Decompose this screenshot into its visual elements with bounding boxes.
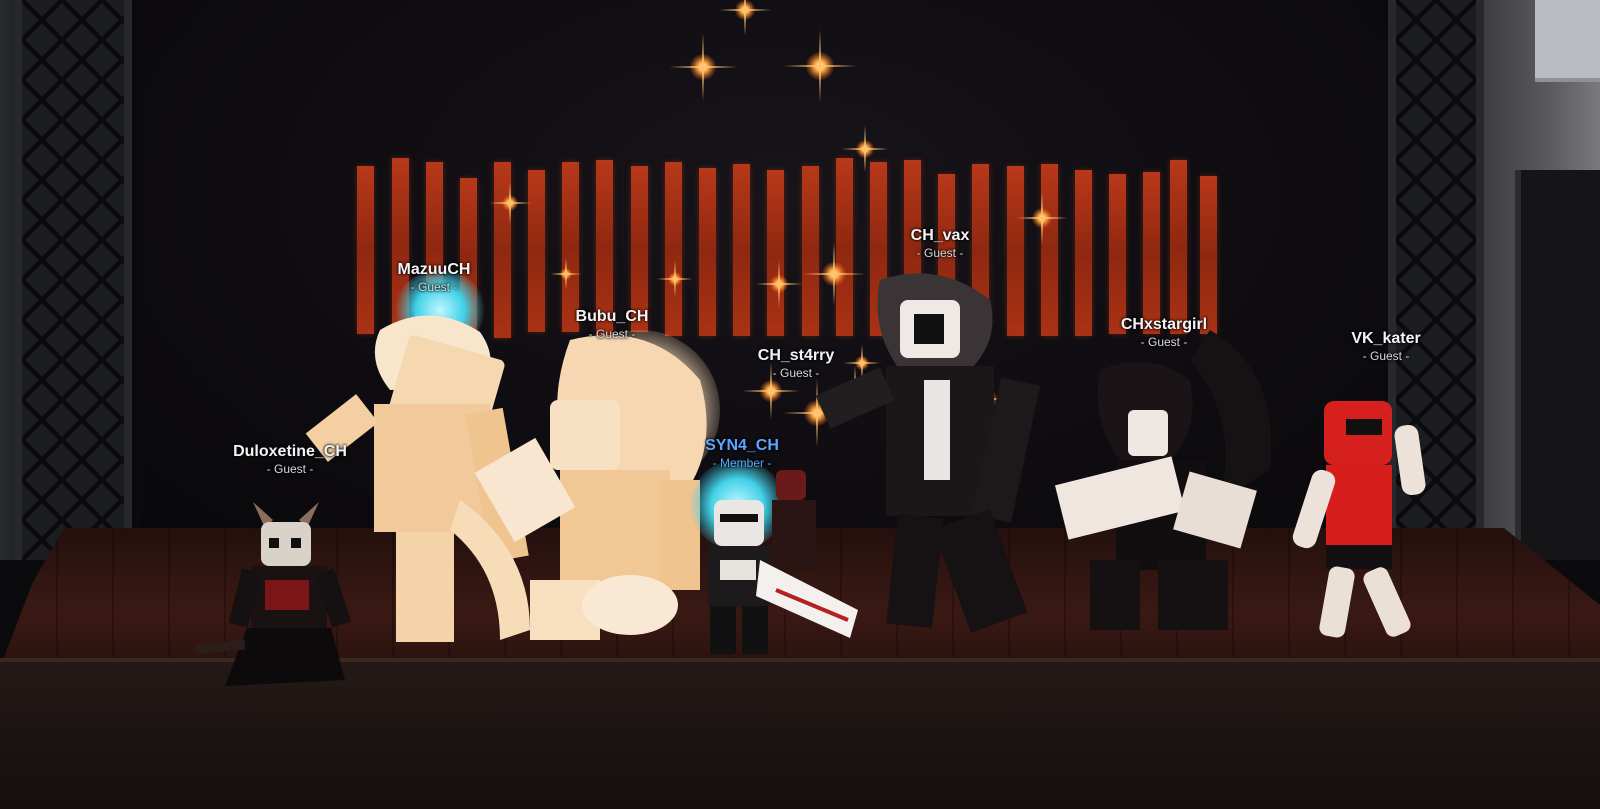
player-role: - Guest - xyxy=(916,246,964,260)
player-role: - Guest - xyxy=(410,280,458,294)
spark-effect xyxy=(735,0,755,20)
spark-effect xyxy=(770,275,788,293)
spark-effect xyxy=(760,380,782,402)
spark-effect xyxy=(1032,208,1052,228)
light-bar xyxy=(767,170,784,336)
light-bar xyxy=(528,170,545,332)
spark-effect xyxy=(690,54,716,80)
spark-effect xyxy=(502,195,518,211)
avatar-vax[interactable] xyxy=(800,270,1080,650)
player-name: Bubu_CH xyxy=(575,308,649,325)
light-bar xyxy=(733,164,750,336)
player-name: CH_vax xyxy=(910,227,970,244)
light-bar xyxy=(357,166,374,334)
player-name: CH_st4rry xyxy=(757,347,835,364)
right-wall-window xyxy=(1535,0,1600,82)
player-tag-duloxetine[interactable]: Duloxetine_CH - Guest - xyxy=(233,443,347,476)
player-role: - Guest - xyxy=(772,366,820,380)
player-name: Duloxetine_CH xyxy=(233,443,347,460)
avatar-kater[interactable] xyxy=(1290,395,1450,645)
avatar-stargirl[interactable] xyxy=(1040,310,1280,640)
spark-effect xyxy=(668,272,682,286)
spark-effect xyxy=(560,268,572,280)
player-name: VK_kater xyxy=(1351,330,1421,347)
player-name: MazuuCH xyxy=(397,261,471,278)
player-role: - Guest - xyxy=(588,327,636,341)
left-lighting-truss xyxy=(14,0,132,560)
player-name: SYN4_CH xyxy=(705,437,779,454)
player-name: CHxstargirl xyxy=(1120,316,1208,333)
player-tag-mazuu[interactable]: MazuuCH - Guest - xyxy=(397,261,471,294)
right-wall-doorway xyxy=(1515,170,1600,560)
light-bar xyxy=(562,162,579,332)
light-bar xyxy=(699,168,716,336)
player-role: - Guest - xyxy=(1140,335,1188,349)
player-role: - Guest - xyxy=(266,462,314,476)
player-tag-stargirl[interactable]: CHxstargirl - Guest - xyxy=(1120,316,1208,349)
player-tag-st4rry[interactable]: CH_st4rry - Guest - xyxy=(757,347,835,380)
spark-effect xyxy=(806,52,834,80)
player-tag-kater[interactable]: VK_kater - Guest - xyxy=(1351,330,1421,363)
light-bar xyxy=(665,162,682,336)
player-tag-vax[interactable]: CH_vax - Guest - xyxy=(910,227,970,260)
spark-effect xyxy=(856,140,874,158)
light-bar xyxy=(1170,160,1187,334)
player-role: - Member - xyxy=(712,456,772,470)
player-tag-bubu[interactable]: Bubu_CH - Guest - xyxy=(575,308,649,341)
game-viewport[interactable]: Duloxetine_CH - Guest - MazuuCH - Guest … xyxy=(0,0,1600,809)
player-tag-syn4[interactable]: SYN4_CH - Member - xyxy=(705,437,779,470)
player-role: - Guest - xyxy=(1362,349,1410,363)
